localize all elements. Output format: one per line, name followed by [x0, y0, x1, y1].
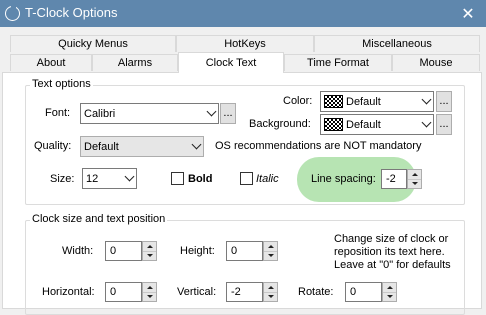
- vertical-input[interactable]: -2: [226, 282, 263, 302]
- bold-label: Bold: [188, 173, 213, 185]
- clock-size-group-label: Clock size and text position: [30, 213, 168, 225]
- tab-quicky-menus[interactable]: Quicky Menus: [10, 35, 176, 52]
- height-label: Height:: [180, 245, 215, 257]
- line-spacing-spinner[interactable]: [407, 169, 422, 189]
- line-spacing-input[interactable]: -2: [381, 169, 407, 189]
- chevron-down-icon: [204, 104, 218, 123]
- tab-time-format[interactable]: Time Format: [284, 54, 392, 71]
- color-select[interactable]: Default: [320, 91, 434, 112]
- color-label: Color:: [283, 95, 313, 107]
- font-select[interactable]: Calibri: [80, 103, 219, 124]
- color-swatch-icon: [324, 95, 343, 108]
- height-input[interactable]: 0: [226, 241, 263, 261]
- quality-label: Quality:: [34, 140, 72, 152]
- tab-mouse[interactable]: Mouse: [392, 54, 480, 71]
- italic-checkbox[interactable]: [240, 172, 253, 185]
- font-select-value: Calibri: [84, 107, 116, 120]
- help-text-line3: Leave at "0" for defaults: [334, 259, 451, 271]
- size-select-value: 12: [86, 172, 99, 185]
- rotate-spinner[interactable]: [382, 282, 397, 302]
- window-title: T-Clock Options: [25, 5, 118, 20]
- title-bar: T-Clock Options ✕: [0, 0, 486, 27]
- background-select[interactable]: Default: [320, 114, 434, 135]
- app-clock-icon: [5, 6, 20, 21]
- horizontal-spinner[interactable]: [142, 282, 157, 302]
- close-button[interactable]: ✕: [450, 0, 486, 27]
- background-label: Background:: [249, 118, 311, 130]
- horizontal-label: Horizontal:: [42, 286, 95, 298]
- bold-checkbox[interactable]: [171, 172, 184, 185]
- chevron-down-icon: [419, 115, 433, 134]
- spin-down-icon[interactable]: [143, 292, 156, 301]
- rotate-input[interactable]: 0: [345, 282, 382, 302]
- vertical-label: Vertical:: [177, 286, 217, 298]
- size-select[interactable]: 12: [82, 168, 137, 189]
- color-select-value: Default: [346, 95, 381, 108]
- chevron-down-icon: [189, 137, 203, 156]
- height-spinner[interactable]: [263, 241, 278, 261]
- spin-down-icon[interactable]: [408, 179, 421, 188]
- tab-miscellaneous[interactable]: Miscellaneous: [314, 35, 480, 52]
- horizontal-input[interactable]: 0: [105, 282, 142, 302]
- spin-down-icon[interactable]: [264, 292, 277, 301]
- spin-down-icon[interactable]: [264, 251, 277, 260]
- tab-clock-text[interactable]: Clock Text: [178, 52, 284, 73]
- tab-alarms[interactable]: Alarms: [92, 54, 178, 71]
- os-recommendation-note: OS recommendations are NOT mandatory: [215, 140, 422, 152]
- spin-down-icon[interactable]: [383, 292, 396, 301]
- help-text-line2: reposition its text here.: [334, 246, 445, 258]
- rotate-label: Rotate:: [298, 286, 334, 298]
- tab-hotkeys[interactable]: HotKeys: [176, 35, 314, 52]
- font-label: Font:: [45, 107, 71, 119]
- font-browse-button[interactable]: ...: [220, 103, 236, 124]
- width-spinner[interactable]: [142, 241, 157, 261]
- vertical-spinner[interactable]: [263, 282, 278, 302]
- color-browse-button[interactable]: ...: [436, 91, 452, 112]
- background-swatch-icon: [324, 118, 343, 131]
- line-spacing-label: Line spacing:: [311, 173, 376, 185]
- width-input[interactable]: 0: [105, 241, 142, 261]
- help-text-line1: Change size of clock or: [334, 233, 449, 245]
- quality-select[interactable]: Default: [80, 136, 204, 157]
- text-options-group-label: Text options: [30, 78, 93, 90]
- background-browse-button[interactable]: ...: [436, 114, 452, 135]
- tab-about[interactable]: About: [10, 54, 92, 71]
- quality-select-value: Default: [84, 140, 119, 153]
- width-label: Width:: [62, 245, 94, 257]
- spin-down-icon[interactable]: [143, 251, 156, 260]
- background-select-value: Default: [346, 118, 381, 131]
- chevron-down-icon: [419, 92, 433, 111]
- chevron-down-icon: [122, 169, 136, 188]
- size-label: Size:: [50, 173, 75, 185]
- italic-label: Italic: [256, 173, 279, 185]
